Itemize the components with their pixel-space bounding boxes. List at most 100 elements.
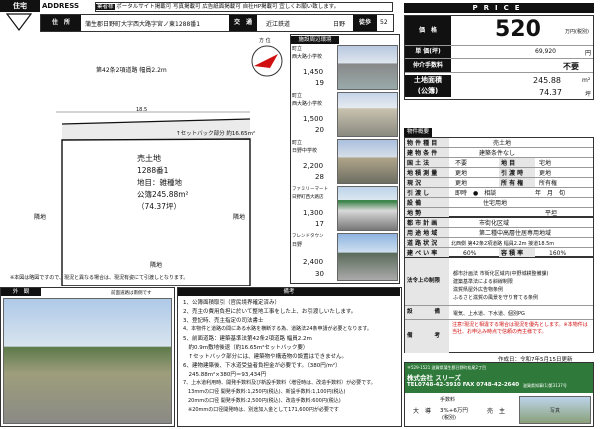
walk-key: 徒歩 — [353, 15, 377, 31]
utility-value: 電気、上水道、下水道、個別PG — [453, 311, 525, 317]
law-table: 法令上の制限 都市計画法 市街化区域内(中野城耕整備課) 建築基準法による斜線制… — [404, 257, 594, 353]
law-4: ふるさと滋賀の風景を守り育てる条例 — [453, 295, 539, 301]
unit-price-suffix: 円 — [585, 50, 592, 57]
remark-13: ※20mmの口径開発時は、別途加入金として171,600円が必要です — [183, 407, 339, 413]
facility-2-name: 西大路小学校 — [292, 101, 323, 107]
flag-portal: ポータルサイト掲載可 — [116, 4, 172, 10]
broker-key: 仲介手数料 — [405, 59, 451, 72]
side-bottom: 隣地 — [150, 262, 163, 269]
remarks: 備考 1、公簿面積取引（官民境界確定済み） 2、売主の費用負担に於いて整地工事を… — [177, 287, 402, 427]
company-block: 〒529-1521 滋賀県蒲生郡日野町松尾2丁目 株式会社 スリーズ TEL07… — [404, 362, 594, 427]
station: 日野 — [333, 21, 346, 28]
company-license: 滋賀県知事(1)第3137号 — [523, 383, 567, 388]
facility-row: 町立 西大路小学校 1,450 19 — [291, 45, 399, 92]
details-table: 都 市 計 画市街化区域 用 途 地 域第二種中高層住居専用地域 道 路 状 況… — [404, 217, 594, 257]
remark-11: 13mmの口径 開発手数料:1,250円(税込)、新設手数料:1,100円(税込… — [183, 389, 346, 395]
facility-4-name: 日野町西大路店 — [292, 195, 324, 200]
flag-photo: 写真掲載可 — [173, 4, 201, 10]
area-m2: 245.88 — [533, 76, 561, 85]
exterior: 外 観 前面道路は南側です — [0, 287, 175, 427]
facility-photo-1 — [337, 45, 398, 90]
traffic-key: 交 通 — [229, 15, 257, 31]
facility-3-dist: 2,200 — [303, 162, 324, 170]
facility-photo-5 — [337, 233, 398, 281]
lot-map: 第42条2項道路 幅員2.2m 18.5 ↑セットバック部分 約16.65m² … — [0, 34, 258, 286]
unit-price-key: 単 価(坪) — [405, 46, 451, 58]
exterior-label: 外 観 — [1, 288, 41, 296]
side-right: 隣地 — [233, 214, 246, 221]
role-2: 売 主 — [487, 408, 506, 415]
compass-label: 方 位 — [259, 38, 271, 44]
fee-box: 大 導 手数料 3%+6万円 (税別) 売 主 写真 — [405, 394, 593, 426]
facility-2-dist: 1,500 — [303, 115, 324, 123]
remark-2: 2、売主の費用負担に於いて整地工事をした上、お引渡しいたします。 — [183, 309, 357, 315]
remark-8: 6、建物建築後、下水道受益者負担金が必要です。（380円/m²） — [183, 363, 341, 369]
facility-1-cat: 町立 — [292, 46, 303, 52]
remark-9: 245.88m²×380円＝93,434円 — [183, 372, 267, 378]
location-bar: 住 所 蒲生郡日野町大字西大路字宮ノ東1288番1 交 通 近江鉄道 日野 徒歩… — [40, 14, 394, 32]
exterior-photo — [3, 298, 172, 424]
facility-key: 設 備 — [405, 306, 449, 319]
company-zip: 〒529-1521 滋賀県蒲生郡日野町松尾2丁目 — [407, 365, 487, 370]
address-value: 蒲生郡日野町大字西大路字宮ノ東1288番1 — [85, 21, 201, 28]
exterior-caption: 前面道路は南側です — [111, 291, 152, 296]
flag-label-agent: 業者様 — [96, 4, 115, 10]
remark-7: ↑セットバック部分には、建築物や構造物の設置はできません。 — [183, 354, 347, 360]
flag-hp: 自社HP掲載可 宜しくお願い致します。 — [242, 4, 340, 10]
facility-row: フレンドタウン 日野 2,400 30 — [291, 233, 399, 283]
note-value: 注意!現況と相違する場合は現況を優先とします。※本物件は当社、お申込み時点で信頼… — [452, 322, 588, 335]
lot-drawing — [56, 111, 251, 286]
setback-note: ↑セットバック部分 約16.65m² — [176, 131, 256, 137]
unit-price-value: 69,920 — [535, 48, 556, 55]
facility-5-name: 日野 — [292, 242, 303, 248]
law-2: 建築基準法による斜線制限 — [453, 279, 513, 285]
fee-sub: (税別) — [442, 415, 456, 421]
address-label: ADDRESS — [42, 2, 79, 10]
type-tab: 住宅 — [0, 0, 40, 12]
facility-4-dist: 1,300 — [303, 209, 324, 217]
facility-1-dist: 1,450 — [303, 68, 324, 76]
map-note: ※本図は略図ですので、現況と異なる場合は、現況有姿にて引渡しとなります。 — [10, 275, 189, 281]
train-line: 近江鉄道 — [266, 21, 291, 28]
note-key: 備 考 — [405, 320, 449, 353]
facility-row: 町立 西大路小学校 1,500 20 — [291, 92, 399, 139]
facility-4-time: 17 — [315, 220, 324, 228]
fee-value: 3%+6万円 — [440, 408, 468, 414]
remark-4: 4、本物件と道路の間にある水路を横断する為、道路法24条申請が必要となります。 — [183, 326, 372, 332]
flag-row: 業者様 ポータルサイト掲載可 写真掲載可 広告紙面掲載可 自社HP掲載可 宜しく… — [95, 2, 393, 12]
facility-3-time: 28 — [315, 173, 324, 181]
facility-row: 町立 日野中学校 2,200 28 — [291, 139, 399, 186]
price-key: 価 格 — [405, 16, 451, 45]
remark-10: 7、上水道利用時、開発手数料及び新設手数料（増径時は、改造手数料）が必要です。 — [183, 380, 376, 386]
remark-5: 5、前面道路：建築基準法第42条2項道路 幅員2.2m — [183, 336, 312, 342]
area-tsubo-unit: 坪 — [585, 91, 592, 98]
facility-5-time: 30 — [315, 270, 324, 278]
lot-title: 売土地 — [137, 154, 161, 163]
stamp-photo: 写真 — [519, 396, 591, 424]
price-table: 価 格 520 万円(税別) 単 価(坪) 69,920 円 仲介手数料 不要 … — [404, 15, 594, 100]
compass-icon — [250, 44, 284, 78]
facility-1-time: 19 — [315, 79, 324, 87]
facility-photo-4 — [337, 186, 398, 231]
summary-table: 物 件 種 目売土地 建 物 条 件建築条件なし 国 土 法不要地 目宅地 地 … — [404, 137, 594, 217]
facility-1-name: 西大路小学校 — [292, 54, 323, 60]
area-key: 土地面積 (公簿) — [405, 75, 451, 97]
side-left: 隣地 — [34, 214, 47, 221]
facility-row: ファミリーマート 日野町西大路店 1,300 17 — [291, 186, 399, 233]
fee-label: 手数料 — [440, 397, 456, 403]
lot-tsubo: （74.37坪） — [137, 202, 181, 211]
remark-1: 1、公簿面積取引（官民境界確定済み） — [183, 300, 281, 306]
price-logo: PRICE — [404, 3, 594, 13]
remark-3: 3、登記時、売主指定の司法書士 — [183, 318, 264, 324]
remark-6: 約0.9m敷地後退（約16.65m²セットバック要） — [183, 345, 309, 351]
facilities-header: 施設周辺環境 — [291, 36, 339, 44]
facility-2-time: 20 — [315, 126, 324, 134]
facility-photo-3 — [337, 139, 398, 184]
flag-print: 広告紙面掲載可 — [202, 4, 241, 10]
broker-value: 不要 — [563, 62, 579, 71]
facility-5-dist: 2,400 — [303, 258, 324, 266]
summary-header: 物件概要 — [404, 128, 432, 137]
role-1: 大 導 — [413, 408, 432, 415]
price-unit: 万円(税別) — [565, 29, 589, 35]
company-banner: 〒529-1521 滋賀県蒲生郡日野町松尾2丁目 株式会社 スリーズ TEL07… — [405, 363, 593, 393]
